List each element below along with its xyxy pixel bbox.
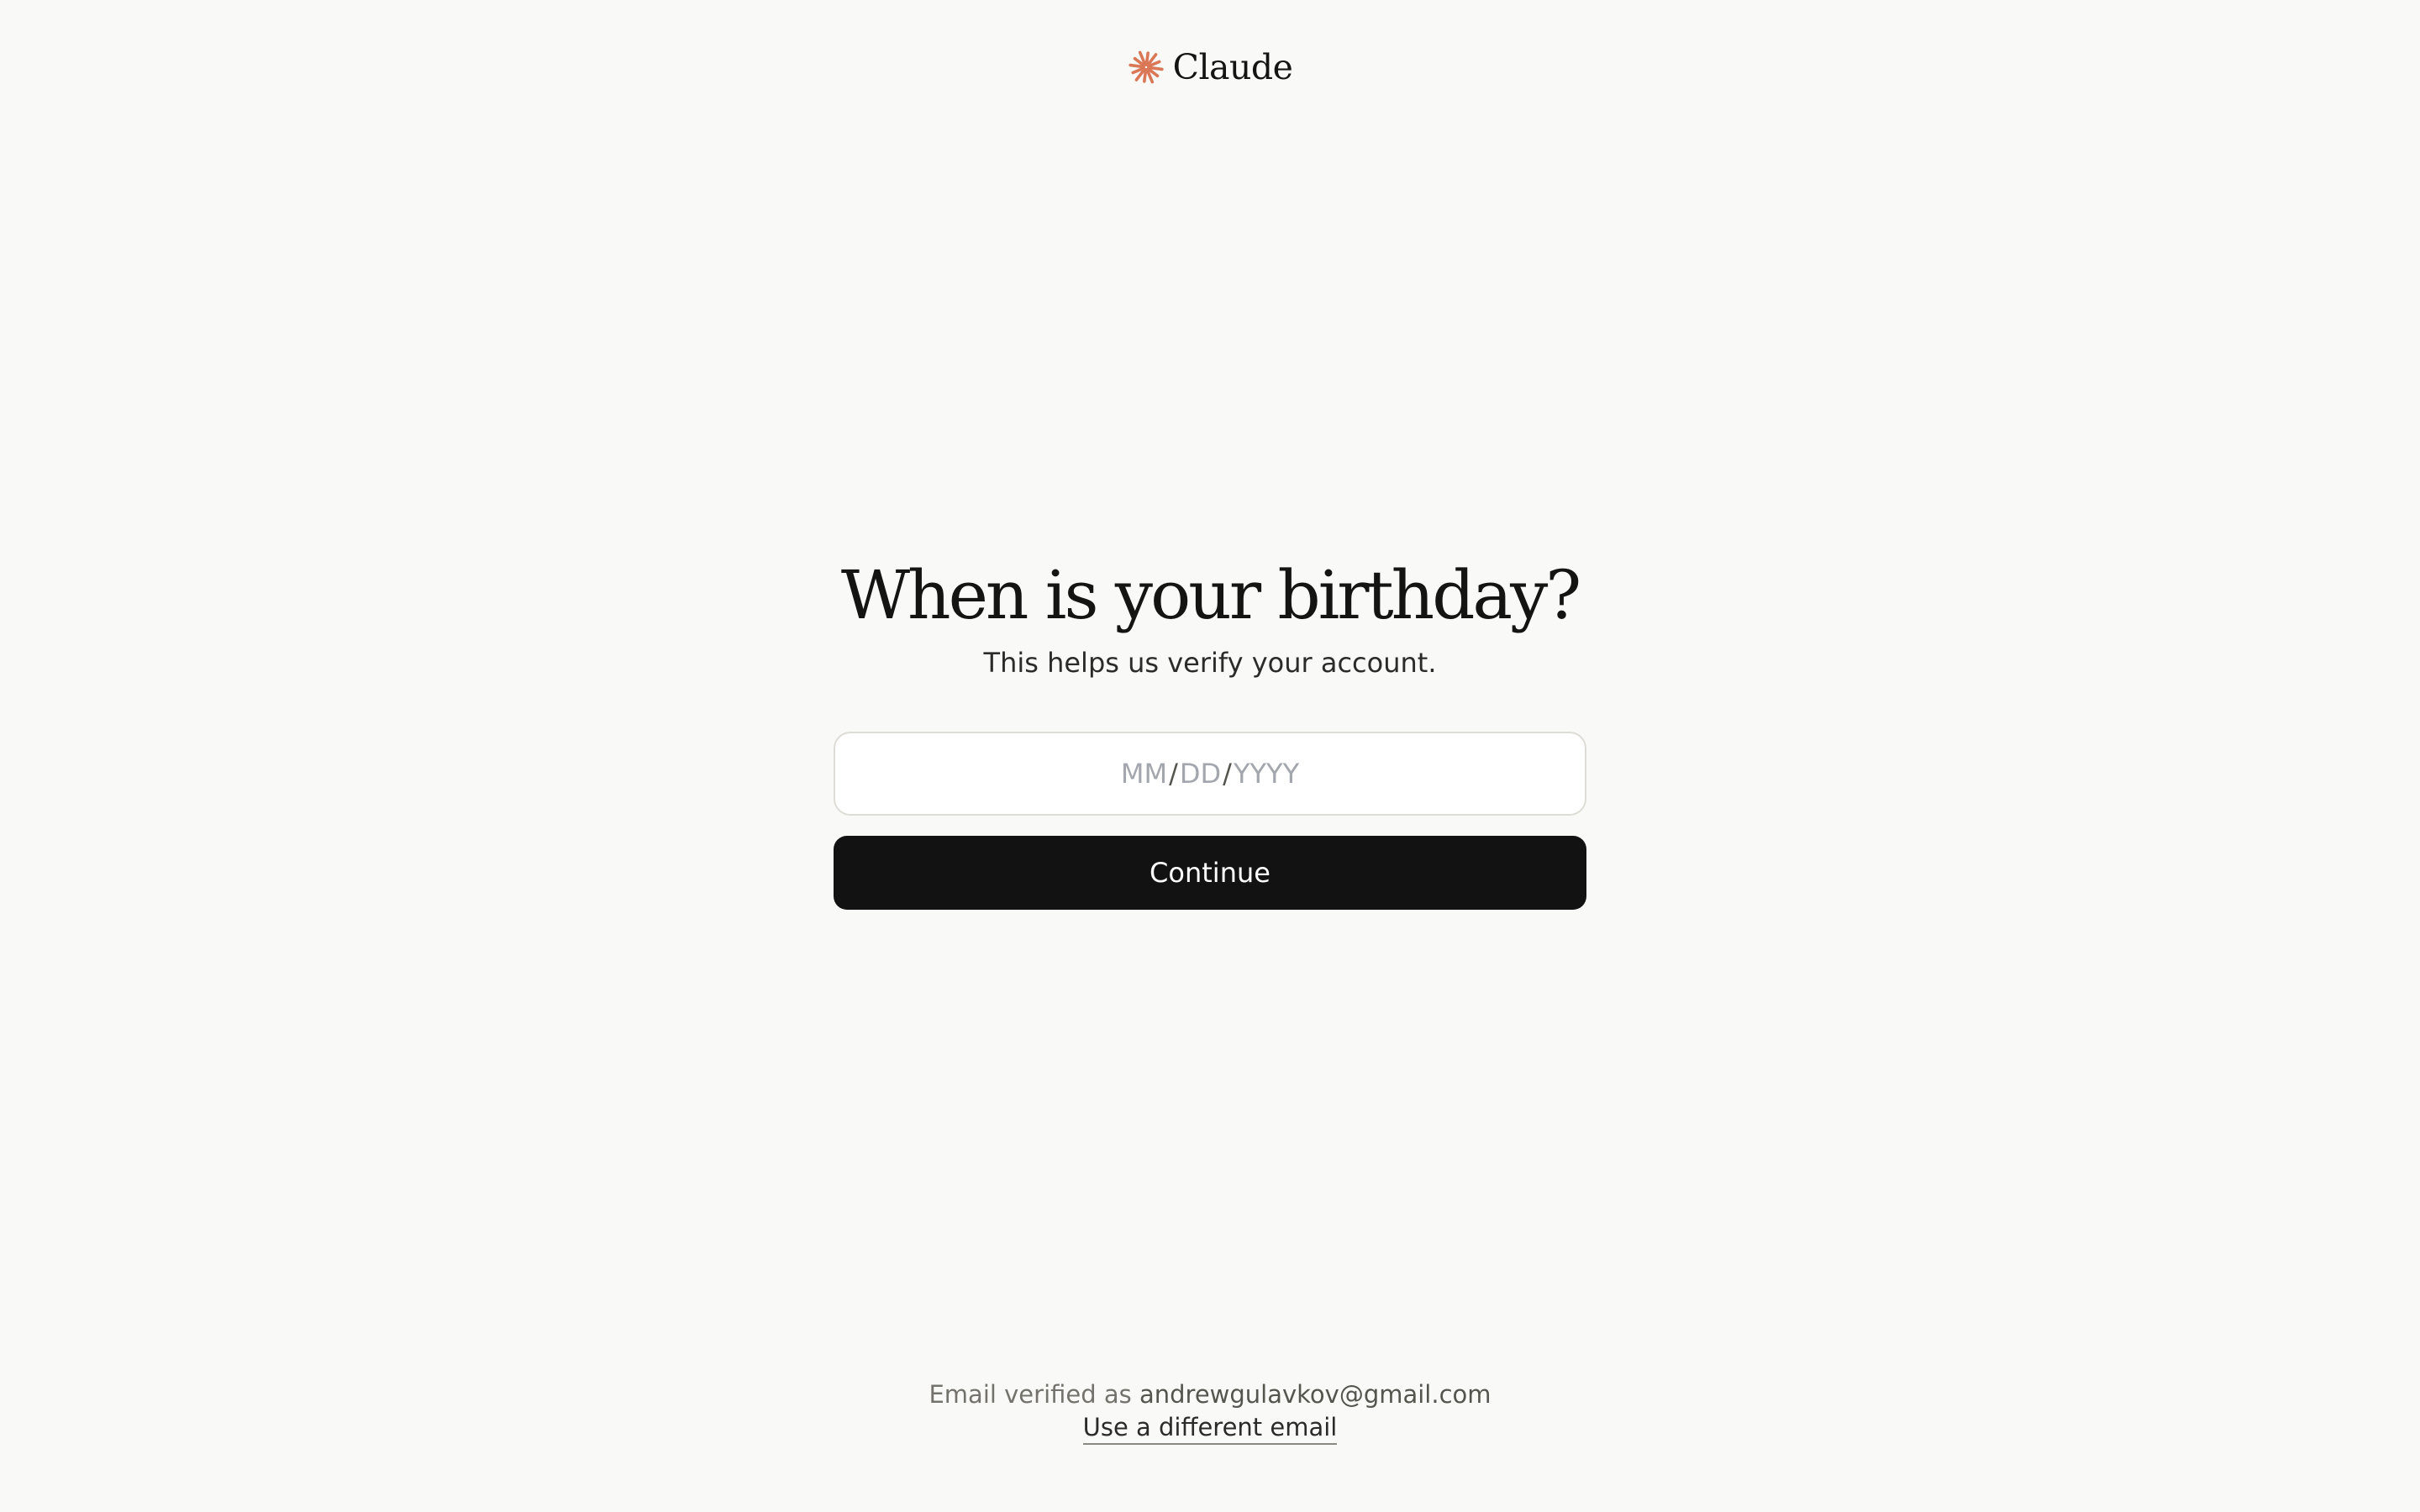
day-segment[interactable]: DD (1180, 758, 1221, 790)
use-different-email-link[interactable]: Use a different email (1082, 1411, 1338, 1445)
year-segment[interactable]: YYYY (1234, 758, 1299, 790)
brand-name: Claude (1172, 46, 1293, 87)
page-title: When is your birthday? (840, 556, 1581, 634)
header-brand: Claude (0, 49, 2420, 86)
birthday-date-input[interactable]: MM / DD / YYYY (834, 732, 1586, 816)
email-verified-line: Email verified as andrewgulavkov@gmail.c… (929, 1378, 1491, 1411)
month-segment[interactable]: MM (1121, 758, 1167, 790)
claude-logo: Claude (1128, 49, 1293, 86)
footer: Email verified as andrewgulavkov@gmail.c… (0, 1378, 2420, 1445)
claude-sunburst-icon (1128, 50, 1164, 84)
page-subtitle: This helps us verify your account. (983, 647, 1437, 679)
date-separator: / (1223, 758, 1232, 790)
continue-button[interactable]: Continue (834, 836, 1586, 910)
date-separator: / (1169, 758, 1178, 790)
email-verified-prefix: Email verified as (929, 1380, 1132, 1409)
verified-email: andrewgulavkov@gmail.com (1139, 1380, 1491, 1409)
birthday-form: When is your birthday? This helps us ver… (834, 550, 1586, 910)
